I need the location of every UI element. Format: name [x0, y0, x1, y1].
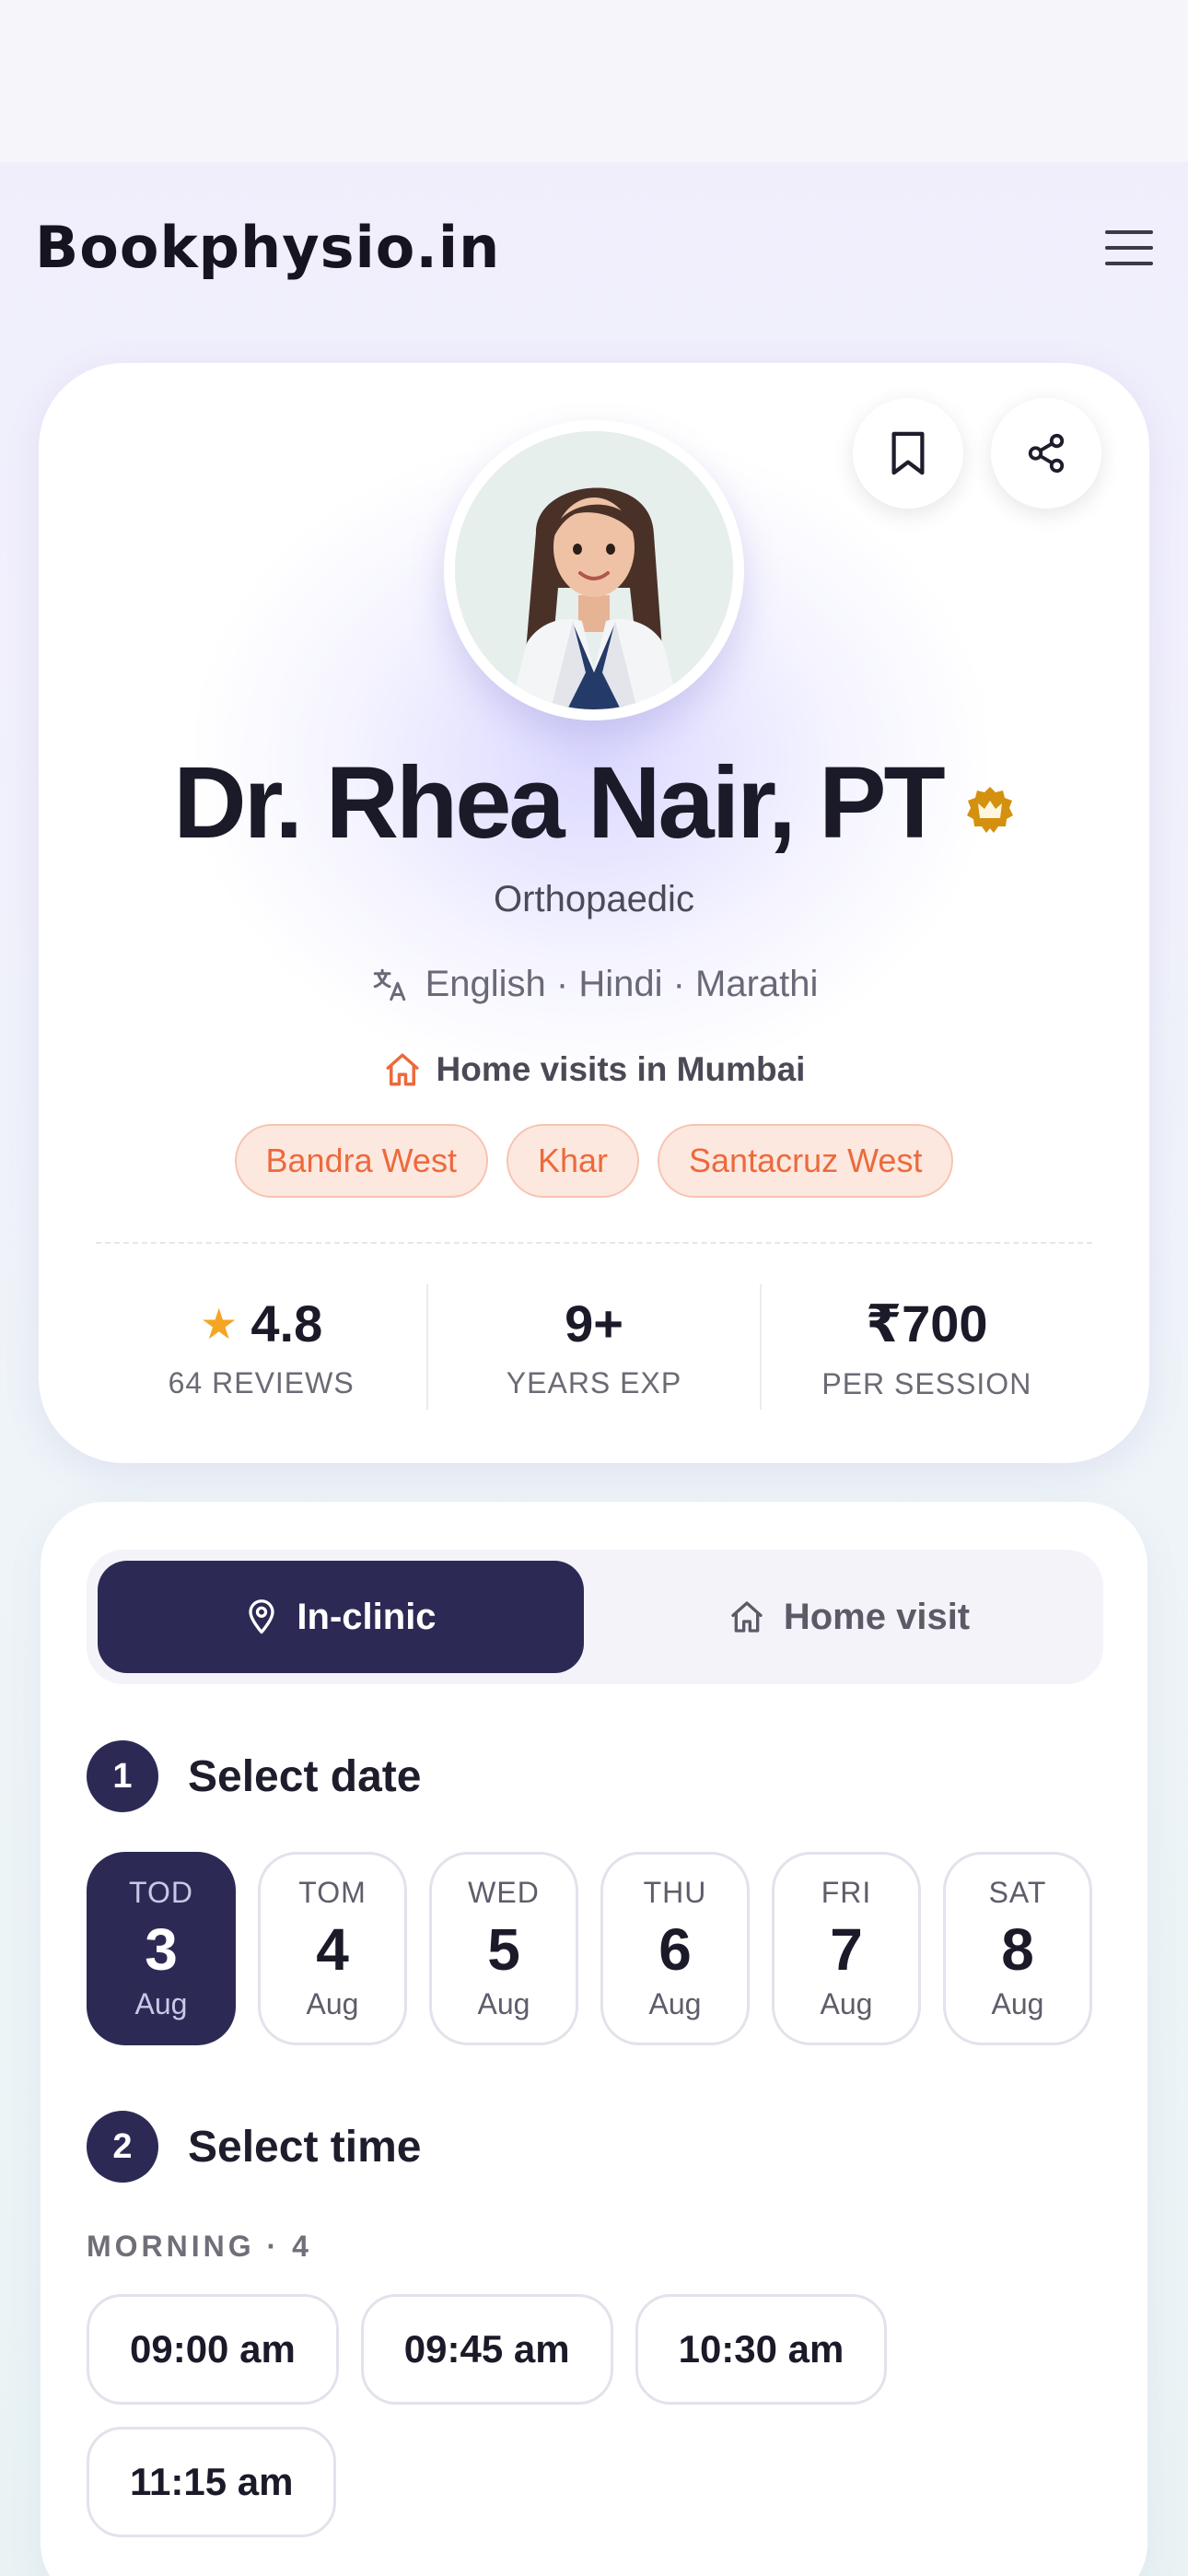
date-option[interactable]: THU 6 Aug	[600, 1852, 750, 2045]
app-header: Bookphysio.in	[0, 162, 1188, 337]
date-month: Aug	[648, 1987, 702, 2020]
date-day: 8	[1001, 1916, 1034, 1983]
date-dow: TOM	[298, 1876, 367, 1909]
star-icon: ★	[200, 1299, 239, 1348]
status-bar	[0, 0, 1188, 162]
date-option[interactable]: WED 5 Aug	[429, 1852, 578, 2045]
in-clinic-button[interactable]: In-clinic	[98, 1561, 584, 1673]
home-visits-label: Home visits in Mumbai	[436, 1050, 806, 1088]
date-day: 4	[316, 1916, 349, 1983]
date-dow: FRI	[821, 1876, 872, 1909]
in-clinic-label: In-clinic	[297, 1596, 437, 1637]
bookmark-icon	[891, 431, 925, 475]
area-tag[interactable]: Bandra West	[234, 1124, 488, 1198]
time-slot[interactable]: 11:15 am	[87, 2427, 337, 2537]
specialty: Orthopaedic	[494, 879, 694, 919]
date-day: 5	[487, 1916, 520, 1983]
date-month: Aug	[820, 1987, 873, 2020]
location-pin-icon	[249, 1599, 275, 1634]
home-visit-label: Home visit	[783, 1596, 971, 1637]
step-title: Select date	[188, 1751, 422, 1801]
stat-rating: ★ 4.8 64 REVIEWS	[96, 1284, 429, 1410]
time-slots: 09:00 am 09:45 am 10:30 am 11:15 am	[87, 2294, 1103, 2537]
divider	[96, 1242, 1092, 1244]
date-dow: SAT	[988, 1876, 1047, 1909]
date-day: 6	[658, 1916, 692, 1983]
price-label: PER SESSION	[821, 1366, 1032, 1400]
time-slot[interactable]: 10:30 am	[635, 2294, 888, 2405]
home-visits-row: Home visits in Mumbai	[39, 1050, 1149, 1089]
date-option[interactable]: TOM 4 Aug	[258, 1852, 407, 2045]
logo[interactable]: Bookphysio.in	[35, 214, 500, 281]
date-picker: TOD 3 Aug TOM 4 Aug WED 5 Aug THU 6 Aug …	[87, 1852, 1092, 2045]
date-month: Aug	[134, 1987, 188, 2020]
step-title: Select time	[188, 2122, 422, 2172]
rating-value: 4.8	[250, 1294, 323, 1352]
translate-icon	[373, 968, 405, 1001]
area-tags: Bandra West Khar Santacruz West	[39, 1124, 1149, 1198]
home-visit-button[interactable]: Home visit	[606, 1561, 1092, 1673]
verified-badge-icon	[966, 786, 1013, 833]
time-slot[interactable]: 09:00 am	[87, 2294, 339, 2405]
home-icon	[731, 1601, 763, 1633]
stat-experience: 9+ YEARS EXP	[428, 1284, 762, 1410]
date-dow: THU	[643, 1876, 707, 1909]
share-button[interactable]	[991, 398, 1101, 509]
bookmark-button[interactable]	[853, 398, 963, 509]
stats-row: ★ 4.8 64 REVIEWS 9+ YEARS EXP ₹700 PER SE…	[96, 1284, 1092, 1410]
languages-row: English · Hindi · Marathi	[39, 964, 1149, 1005]
date-month: Aug	[991, 1987, 1044, 2020]
home-icon	[386, 1053, 419, 1086]
reviews-label[interactable]: 64 REVIEWS	[169, 1366, 355, 1400]
experience-label: YEARS EXP	[506, 1366, 682, 1399]
share-icon	[1028, 433, 1065, 474]
hamburger-menu-icon[interactable]	[1105, 230, 1153, 265]
step-number: 1	[87, 1740, 158, 1812]
area-tag[interactable]: Santacruz West	[658, 1124, 954, 1198]
avatar	[444, 420, 744, 720]
doctor-name: Dr. Rhea Nair, PT	[173, 746, 945, 860]
stat-price: ₹700 PER SESSION	[762, 1284, 1092, 1410]
profile-card: Dr. Rhea Nair, PT Orthopaedic English · …	[39, 363, 1149, 1463]
date-month: Aug	[477, 1987, 530, 2020]
select-time-header: 2 Select time	[87, 2111, 421, 2183]
price-value: ₹700	[866, 1294, 988, 1352]
select-date-header: 1 Select date	[87, 1740, 421, 1812]
visit-mode-toggle: In-clinic Home visit	[87, 1550, 1103, 1684]
date-month: Aug	[306, 1987, 359, 2020]
booking-card: In-clinic Home visit 1 Select date TOD 3…	[41, 1502, 1147, 2576]
date-day: 3	[145, 1916, 178, 1983]
date-option[interactable]: SAT 8 Aug	[943, 1852, 1092, 2045]
date-dow: WED	[468, 1876, 540, 1909]
morning-period-label: MORNING · 4	[87, 2230, 312, 2263]
time-slot[interactable]: 09:45 am	[360, 2294, 613, 2405]
date-dow: TOD	[129, 1876, 193, 1909]
step-number: 2	[87, 2111, 158, 2183]
experience-value: 9+	[565, 1294, 623, 1352]
date-option[interactable]: FRI 7 Aug	[772, 1852, 921, 2045]
doctor-name-row: Dr. Rhea Nair, PT	[39, 744, 1149, 861]
languages: English · Hindi · Marathi	[425, 964, 819, 1004]
area-tag[interactable]: Khar	[506, 1124, 640, 1198]
date-day: 7	[830, 1916, 863, 1983]
date-option[interactable]: TOD 3 Aug	[87, 1852, 236, 2045]
